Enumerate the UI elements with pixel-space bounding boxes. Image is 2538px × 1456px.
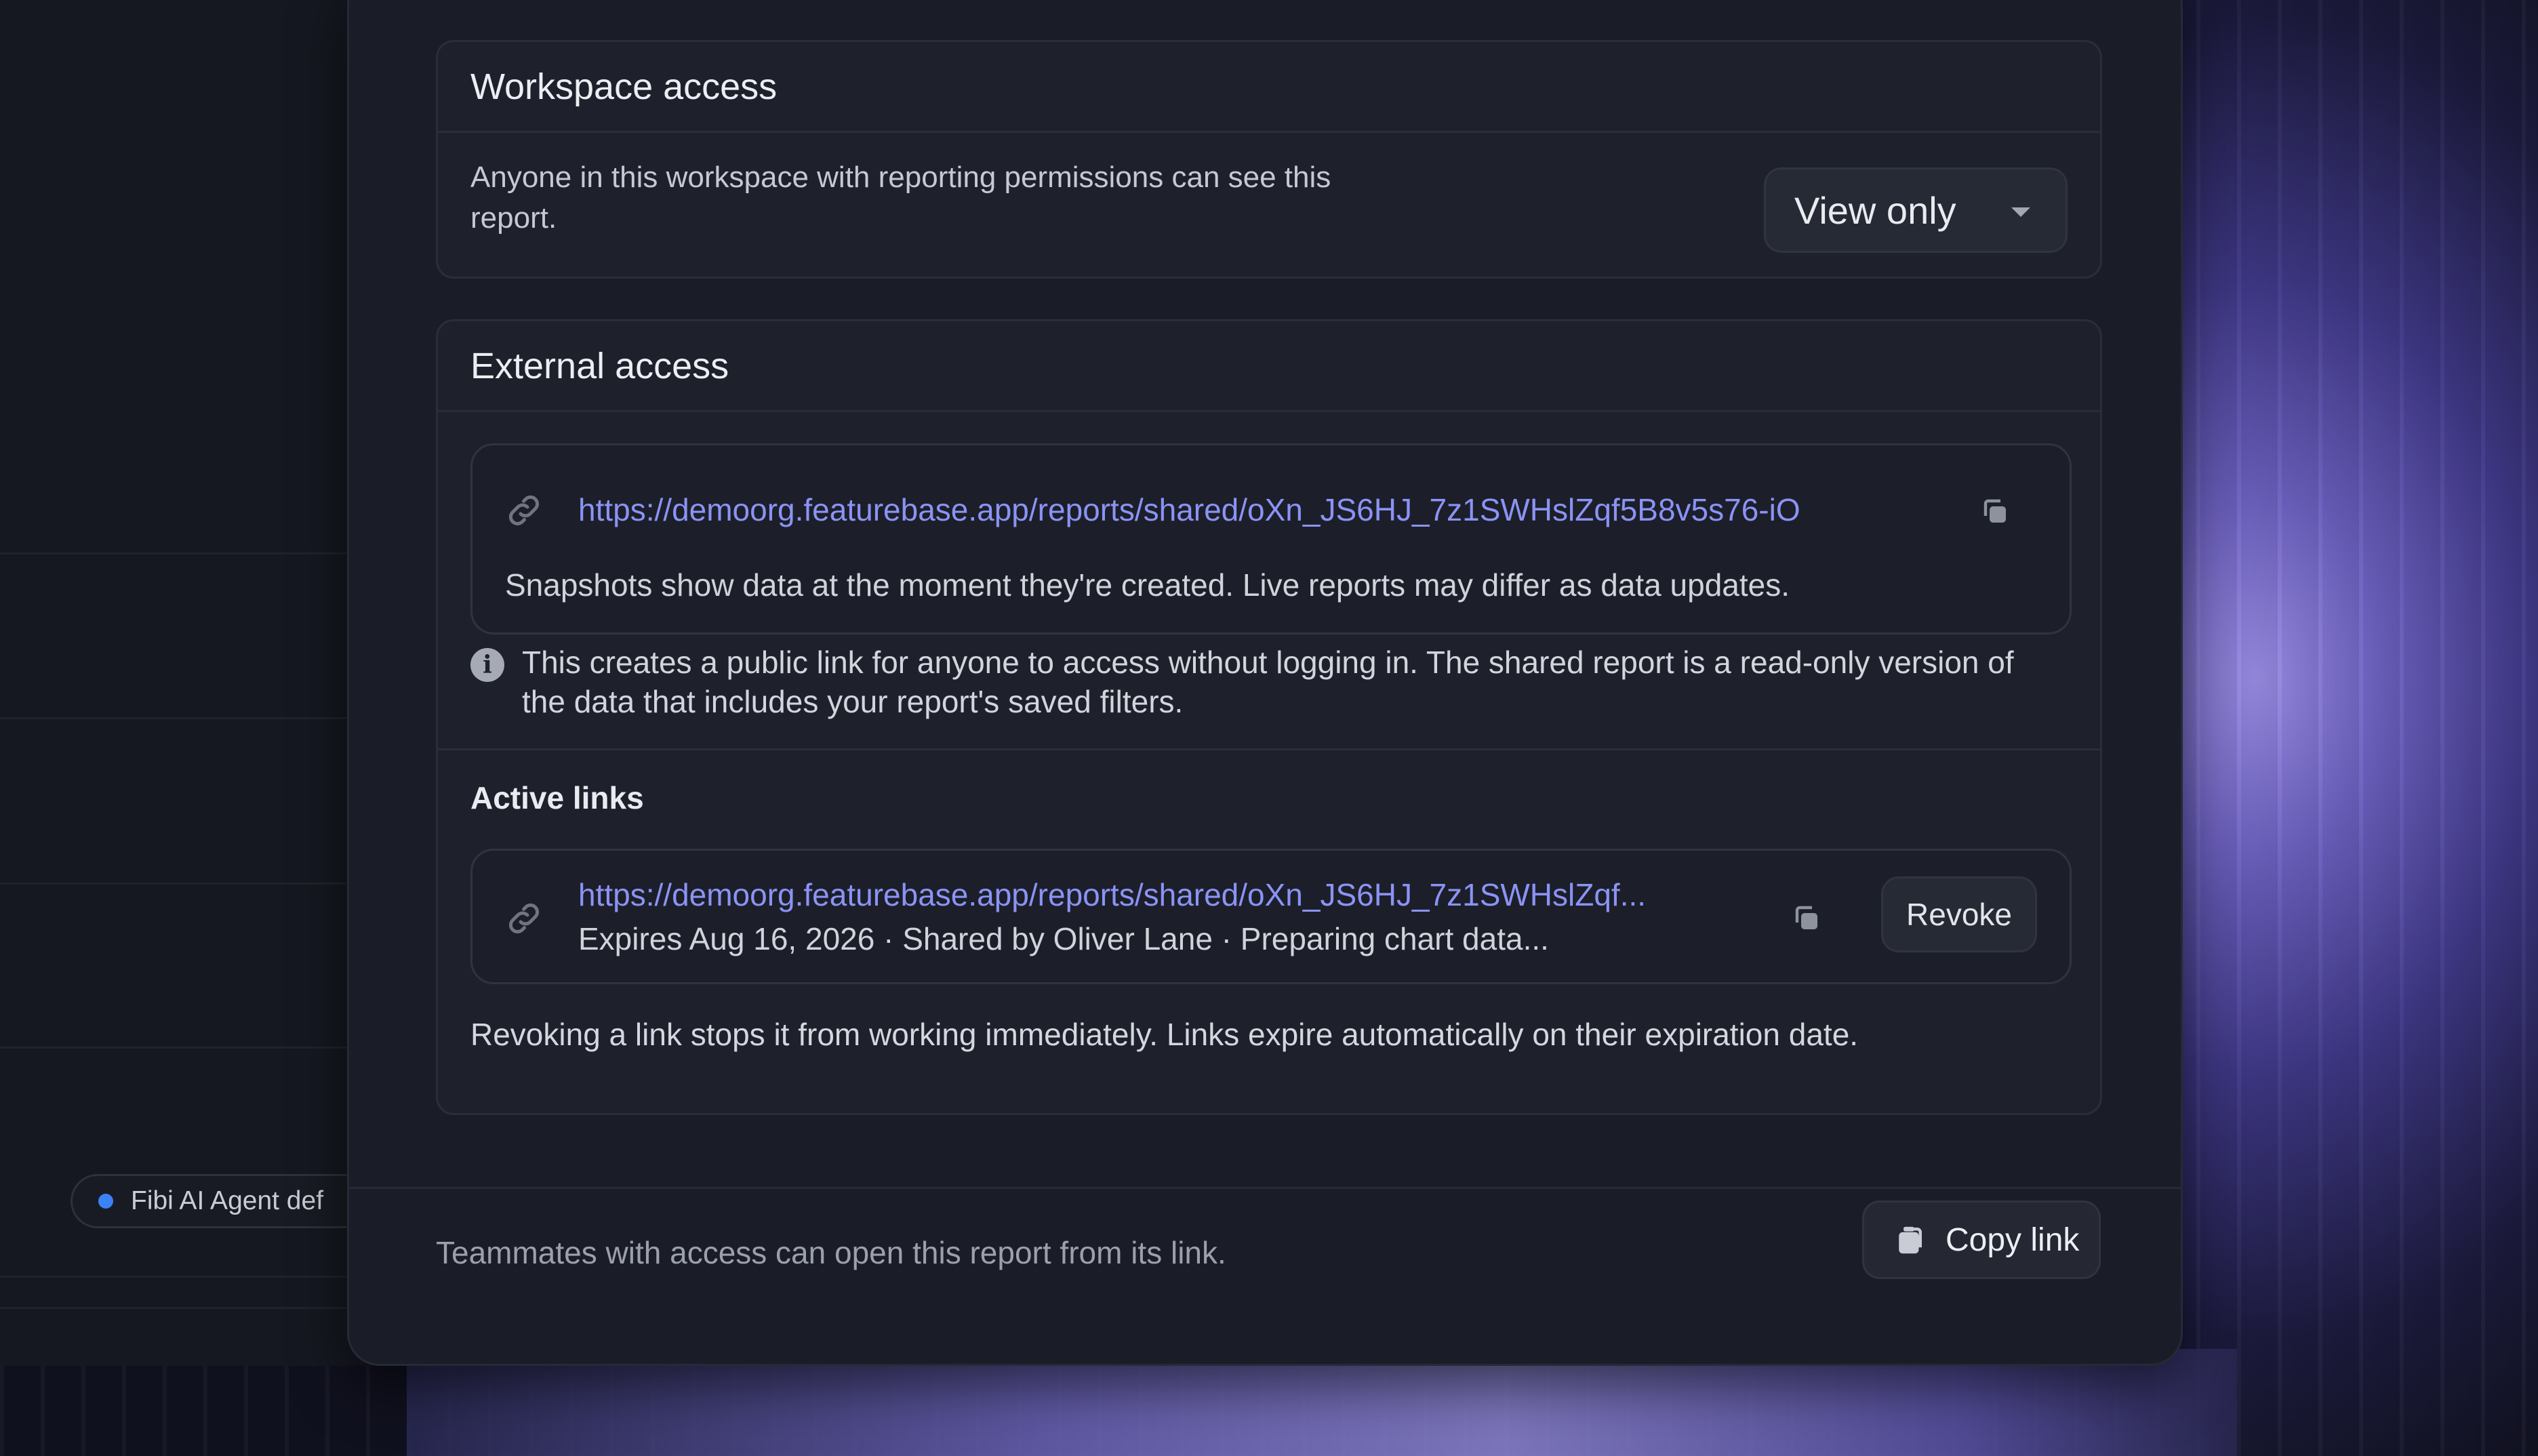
active-link-meta: Expires Aug 16, 2026 · Shared by Oliver … [578, 921, 1549, 956]
agent-chip-label: Fibi AI Agent def [131, 1186, 324, 1215]
external-access-header: External access [438, 321, 2100, 412]
background-app: Fibi AI Agent def [0, 0, 389, 1366]
link-icon [508, 495, 540, 526]
active-links-label: Active links [470, 780, 644, 815]
workspace-access-title: Workspace access [470, 66, 778, 107]
snapshot-note: Snapshots show data at the moment they'r… [505, 567, 1790, 603]
external-access-title: External access [470, 345, 729, 386]
footer-text: Teammates with access can open this repo… [436, 1235, 1226, 1270]
revoke-button[interactable]: Revoke [1881, 876, 2037, 952]
info-icon: i [470, 648, 504, 682]
background-divider [0, 717, 352, 719]
chevron-down-icon [2011, 207, 2030, 217]
revoke-note: Revoking a link stops it from working im… [470, 1017, 1859, 1052]
active-link-url[interactable]: https://demoorg.featurebase.app/reports/… [578, 876, 1646, 913]
share-link-box: https://demoorg.featurebase.app/reports/… [470, 443, 2072, 634]
workspace-access-panel: Workspace access Anyone in this workspac… [436, 40, 2102, 279]
footer-divider [349, 1187, 2181, 1189]
permission-select[interactable]: View only [1764, 167, 2068, 253]
status-dot [98, 1194, 113, 1209]
background-divider [0, 1307, 352, 1309]
copy-link-button[interactable]: Copy link [1862, 1200, 2101, 1279]
background-divider [0, 552, 352, 554]
copy-icon[interactable] [1790, 902, 1823, 935]
public-link-info: i This creates a public link for anyone … [470, 643, 2054, 721]
background-divider [0, 1047, 352, 1049]
copy-icon[interactable] [1979, 496, 2011, 528]
section-divider [438, 748, 2100, 750]
share-link-url[interactable]: https://demoorg.featurebase.app/reports/… [578, 491, 1800, 528]
workspace-access-header: Workspace access [438, 42, 2100, 133]
active-link-item: https://demoorg.featurebase.app/reports/… [470, 849, 2072, 984]
clipboard-icon [1899, 1226, 1922, 1254]
link-icon [508, 903, 540, 934]
permission-select-value: View only [1794, 188, 1956, 232]
copy-link-label: Copy link [1946, 1221, 2080, 1258]
share-report-modal: Workspace access Anyone in this workspac… [347, 0, 2183, 1366]
workspace-access-description: Anyone in this workspace with reporting … [470, 161, 1331, 235]
agent-chip[interactable]: Fibi AI Agent def [70, 1174, 389, 1228]
public-link-info-text: This creates a public link for anyone to… [522, 645, 2014, 719]
background-divider [0, 1276, 352, 1278]
background-divider [0, 883, 352, 885]
external-access-panel: External access https://demoorg.featureb… [436, 319, 2102, 1115]
